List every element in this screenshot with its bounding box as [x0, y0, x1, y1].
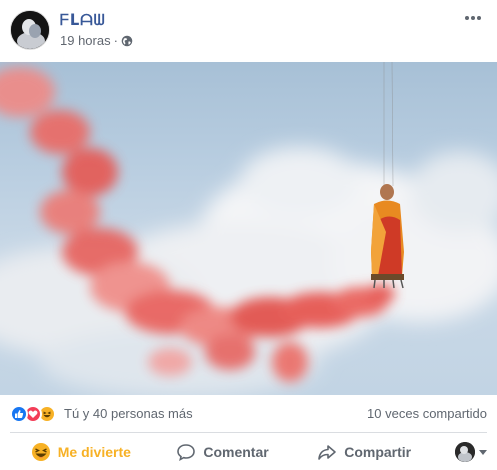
- haha-icon: [31, 443, 50, 461]
- share-icon: [318, 445, 337, 460]
- post-timestamp[interactable]: 19 horas: [60, 33, 111, 48]
- feed-post: ᖴᒪᗩᗯ 19 horas · Tú y 40 personas más 10 …: [0, 0, 497, 470]
- reactions-summary[interactable]: Tú y 40 personas más: [10, 404, 193, 423]
- react-button[interactable]: Me divierte: [10, 436, 152, 468]
- meta-separator: ·: [113, 33, 118, 48]
- comment-label: Comentar: [203, 444, 269, 460]
- more-dots-icon[interactable]: [463, 10, 483, 26]
- author-name[interactable]: ᖴᒪᗩᗯ: [60, 11, 106, 29]
- reactions-bar: Tú y 40 personas más 10 veces compartido: [10, 395, 487, 433]
- author-avatar[interactable]: [10, 10, 50, 50]
- reaction-icons: [10, 404, 56, 423]
- like-icon: [10, 404, 28, 423]
- react-label: Me divierte: [57, 444, 131, 460]
- chevron-down-icon: [479, 449, 488, 455]
- share-label: Compartir: [344, 444, 412, 460]
- shares-count[interactable]: 10 veces compartido: [367, 406, 487, 421]
- share-button[interactable]: Compartir: [293, 436, 435, 468]
- post-actions: Me divierte Comentar Compartir: [10, 434, 488, 470]
- photo-monk-levitating-red-smoke: [0, 62, 497, 395]
- post-as-selector[interactable]: [435, 442, 488, 462]
- post-photo[interactable]: [0, 62, 497, 395]
- globe-icon[interactable]: [121, 35, 133, 47]
- comment-button[interactable]: Comentar: [152, 436, 294, 468]
- post-meta: 19 horas ·: [60, 33, 133, 48]
- reactions-summary-text: Tú y 40 personas más: [64, 406, 193, 421]
- post-header: ᖴᒪᗩᗯ 19 horas ·: [0, 0, 497, 62]
- comment-icon: [177, 444, 196, 462]
- current-user-avatar: [455, 442, 476, 462]
